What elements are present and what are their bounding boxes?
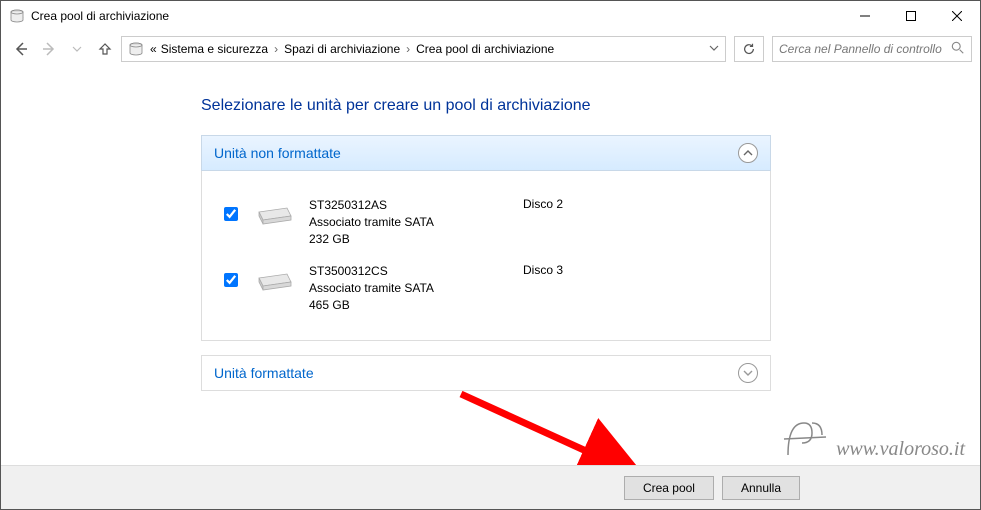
chevron-right-icon: › xyxy=(406,42,410,56)
up-button[interactable] xyxy=(93,37,117,61)
window-title: Crea pool di archiviazione xyxy=(31,9,842,23)
section-title: Unità non formattate xyxy=(214,145,738,161)
chevron-down-icon[interactable] xyxy=(709,42,719,56)
refresh-button[interactable] xyxy=(734,36,764,62)
drive-checkbox[interactable] xyxy=(224,273,238,287)
watermark-text: www.valoroso.it xyxy=(836,438,965,461)
chevron-down-icon xyxy=(738,363,758,383)
chevron-right-icon: › xyxy=(274,42,278,56)
search-icon xyxy=(951,41,965,58)
back-button[interactable] xyxy=(9,37,33,61)
forward-button[interactable] xyxy=(37,37,61,61)
main-content: Selezionare le unità per creare un pool … xyxy=(1,67,980,391)
recent-dropdown[interactable] xyxy=(65,37,89,61)
breadcrumb-item[interactable]: Crea pool di archiviazione xyxy=(416,42,554,56)
breadcrumb-item[interactable]: Sistema e sicurezza xyxy=(161,42,268,56)
close-button[interactable] xyxy=(934,1,980,31)
drive-row: ST3250312AS Associato tramite SATA 232 G… xyxy=(220,189,752,255)
chevron-up-icon xyxy=(738,143,758,163)
breadcrumb-item[interactable]: Spazi di archiviazione xyxy=(284,42,400,56)
drive-size: 465 GB xyxy=(309,297,509,314)
drive-label: Disco 3 xyxy=(523,263,643,277)
drive-connection: Associato tramite SATA xyxy=(309,214,509,231)
section-header-formatted[interactable]: Unità formattate xyxy=(201,355,771,391)
drive-model: ST3500312CS xyxy=(309,263,509,280)
drive-panel: Unità non formattate ST3250312AS Associa… xyxy=(201,135,771,391)
search-input[interactable]: Cerca nel Pannello di controllo xyxy=(772,36,972,62)
watermark-logo xyxy=(782,415,828,461)
drive-label: Disco 2 xyxy=(523,197,643,211)
hdd-icon xyxy=(255,201,295,231)
cancel-button[interactable]: Annulla xyxy=(722,476,800,500)
storage-icon xyxy=(9,8,25,24)
address-bar[interactable]: « Sistema e sicurezza › Spazi di archivi… xyxy=(121,36,726,62)
drive-info: ST3250312AS Associato tramite SATA 232 G… xyxy=(309,197,509,247)
nav-row: « Sistema e sicurezza › Spazi di archivi… xyxy=(1,31,980,67)
breadcrumb-prefix: « xyxy=(150,42,157,56)
section-body-unformatted: ST3250312AS Associato tramite SATA 232 G… xyxy=(201,171,771,341)
maximize-button[interactable] xyxy=(888,1,934,31)
footer-bar: Crea pool Annulla xyxy=(1,465,980,509)
drive-connection: Associato tramite SATA xyxy=(309,280,509,297)
window-controls xyxy=(842,1,980,31)
watermark: www.valoroso.it xyxy=(782,415,965,461)
section-header-unformatted[interactable]: Unità non formattate xyxy=(201,135,771,171)
page-heading: Selezionare le unità per creare un pool … xyxy=(201,97,980,115)
drive-checkbox[interactable] xyxy=(224,207,238,221)
section-title: Unità formattate xyxy=(214,365,738,381)
drive-size: 232 GB xyxy=(309,231,509,248)
search-placeholder: Cerca nel Pannello di controllo xyxy=(779,42,947,56)
storage-icon xyxy=(128,41,144,57)
drive-model: ST3250312AS xyxy=(309,197,509,214)
titlebar: Crea pool di archiviazione xyxy=(1,1,980,31)
hdd-icon xyxy=(255,267,295,297)
drive-info: ST3500312CS Associato tramite SATA 465 G… xyxy=(309,263,509,313)
drive-row: ST3500312CS Associato tramite SATA 465 G… xyxy=(220,255,752,321)
create-pool-button[interactable]: Crea pool xyxy=(624,476,714,500)
minimize-button[interactable] xyxy=(842,1,888,31)
